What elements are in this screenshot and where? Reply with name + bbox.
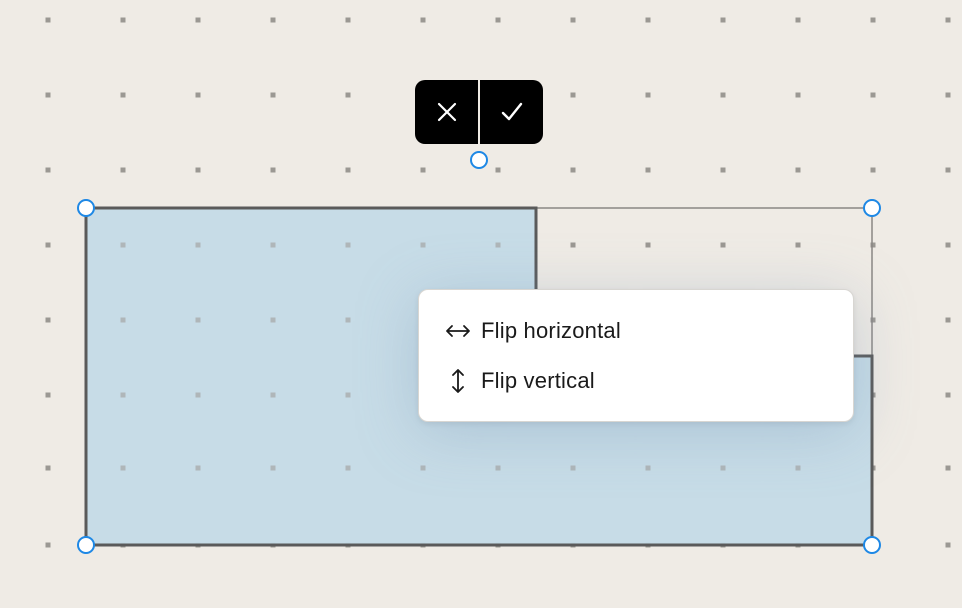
- grid-dot: [870, 92, 876, 98]
- grid-dot: [795, 242, 801, 248]
- grid-dot: [270, 167, 276, 173]
- grid-dot: [495, 465, 501, 471]
- grid-dot: [120, 317, 126, 323]
- resize-handle-top-right[interactable]: [863, 199, 881, 217]
- menu-item-flip-vertical[interactable]: Flip vertical: [419, 356, 853, 406]
- resize-handle-top-left[interactable]: [77, 199, 95, 217]
- grid-dot: [420, 17, 426, 23]
- grid-dot: [45, 167, 51, 173]
- grid-dot: [870, 17, 876, 23]
- grid-dot: [195, 242, 201, 248]
- grid-dot: [195, 392, 201, 398]
- grid-dot: [720, 17, 726, 23]
- grid-dot: [945, 392, 951, 398]
- grid-dot: [645, 465, 651, 471]
- grid-dot: [120, 392, 126, 398]
- grid-dot: [795, 465, 801, 471]
- confirm-button[interactable]: [480, 80, 543, 144]
- grid-dot: [945, 242, 951, 248]
- grid-dot: [645, 17, 651, 23]
- grid-dot: [645, 92, 651, 98]
- grid-dot: [645, 242, 651, 248]
- grid-dot: [570, 167, 576, 173]
- grid-dot: [345, 167, 351, 173]
- grid-dot: [795, 17, 801, 23]
- grid-dot: [120, 167, 126, 173]
- grid-dot: [945, 92, 951, 98]
- resize-handle-bottom-left[interactable]: [77, 536, 95, 554]
- grid-dot: [945, 317, 951, 323]
- cancel-button[interactable]: [415, 80, 478, 144]
- grid-dot: [195, 465, 201, 471]
- grid-dot: [270, 17, 276, 23]
- grid-dot: [120, 465, 126, 471]
- grid-dot: [45, 392, 51, 398]
- transform-toolbar: [415, 80, 543, 144]
- grid-dot: [45, 465, 51, 471]
- grid-dot: [945, 17, 951, 23]
- close-icon: [437, 102, 456, 122]
- grid-dot: [570, 92, 576, 98]
- menu-item-label: Flip vertical: [481, 368, 595, 393]
- grid-dot: [645, 167, 651, 173]
- resize-handle-bottom-right[interactable]: [863, 536, 881, 554]
- grid-dot: [720, 465, 726, 471]
- grid-dot: [270, 392, 276, 398]
- arrow-left-right-icon: [445, 318, 471, 344]
- grid-dot: [570, 17, 576, 23]
- grid-dot: [870, 167, 876, 173]
- grid-dot: [45, 242, 51, 248]
- grid-dot: [45, 17, 51, 23]
- grid-dot: [195, 92, 201, 98]
- grid-dot: [420, 167, 426, 173]
- grid-dot: [345, 392, 351, 398]
- grid-dot: [420, 465, 426, 471]
- grid-dot: [795, 167, 801, 173]
- grid-dot: [420, 242, 426, 248]
- grid-dot: [270, 242, 276, 248]
- grid-dot: [570, 465, 576, 471]
- grid-dot: [720, 242, 726, 248]
- grid-dot: [345, 92, 351, 98]
- grid-dot: [195, 167, 201, 173]
- context-menu: Flip horizontal Flip vertical: [418, 289, 854, 422]
- menu-item-label: Flip horizontal: [481, 318, 621, 343]
- grid-dot: [570, 242, 576, 248]
- rotate-handle[interactable]: [470, 151, 488, 169]
- grid-dot: [195, 317, 201, 323]
- grid-dot: [120, 242, 126, 248]
- grid-dot: [120, 92, 126, 98]
- check-icon: [501, 102, 522, 121]
- grid-dot: [720, 167, 726, 173]
- grid-dot: [795, 92, 801, 98]
- grid-dot: [495, 167, 501, 173]
- grid-dot: [945, 465, 951, 471]
- grid-dot: [270, 465, 276, 471]
- grid-dot: [120, 17, 126, 23]
- grid-dot: [345, 465, 351, 471]
- grid-dot: [345, 317, 351, 323]
- grid-dot: [270, 92, 276, 98]
- grid-dot: [345, 17, 351, 23]
- grid-dot: [45, 317, 51, 323]
- grid-dot: [720, 92, 726, 98]
- arrow-up-down-icon: [445, 368, 471, 394]
- grid-dot: [945, 542, 951, 548]
- grid-dot: [345, 242, 351, 248]
- grid-dot: [270, 317, 276, 323]
- grid-dot: [45, 542, 51, 548]
- grid-dot: [945, 167, 951, 173]
- menu-item-flip-horizontal[interactable]: Flip horizontal: [419, 306, 853, 356]
- grid-dot: [45, 92, 51, 98]
- grid-dot: [495, 17, 501, 23]
- grid-dot: [495, 242, 501, 248]
- grid-dot: [195, 17, 201, 23]
